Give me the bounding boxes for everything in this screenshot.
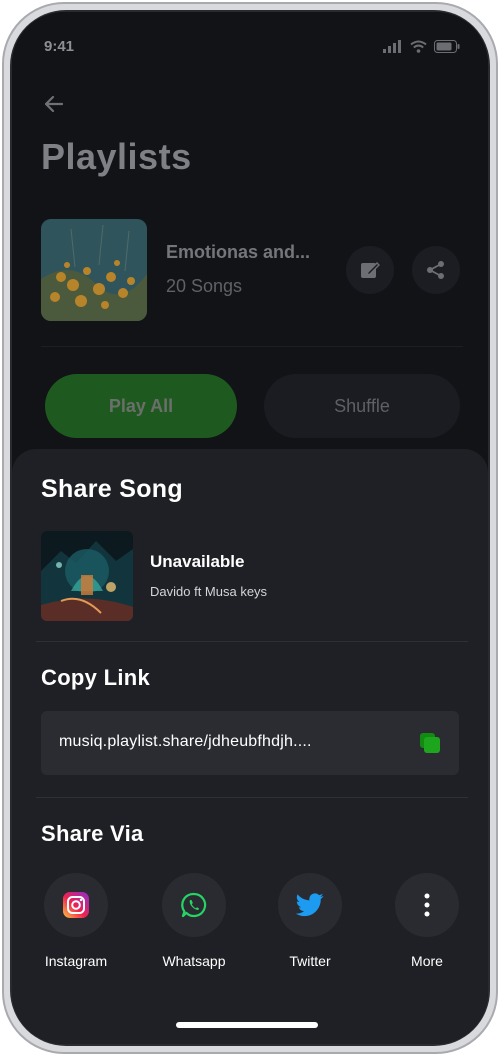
- status-time: 9:41: [44, 38, 75, 55]
- song-title: Unavailable: [150, 552, 245, 571]
- divider: [41, 346, 463, 347]
- home-indicator[interactable]: [176, 1022, 318, 1028]
- signal-icon: [383, 40, 401, 53]
- share-label: More: [411, 953, 443, 969]
- status-bar: 9:41: [44, 38, 460, 60]
- share-twitter-button[interactable]: Twitter: [265, 873, 355, 969]
- playlist-cover[interactable]: [41, 219, 147, 321]
- share-playlist-button[interactable]: [412, 246, 460, 294]
- share-bottom-sheet: Share Song Unavailable Davido ft Musa ke…: [12, 449, 488, 1044]
- sheet-title: Share Song: [41, 475, 183, 503]
- song-artist: Davido ft Musa keys: [150, 584, 268, 599]
- share-label: Whatsapp: [162, 953, 226, 969]
- share-via-title: Share Via: [41, 821, 144, 846]
- share-more-button[interactable]: More: [382, 873, 472, 969]
- share-icon: [427, 261, 444, 279]
- edit-playlist-button[interactable]: [346, 246, 394, 294]
- share-whatsapp-button[interactable]: Whatsapp: [149, 873, 239, 969]
- share-icon-circle: [278, 873, 342, 937]
- playlist-name: Emotionas and...: [166, 242, 311, 262]
- share-link-text: musiq.playlist.share/jdheubfhdjh....: [59, 733, 312, 750]
- share-label: Twitter: [289, 953, 331, 969]
- battery-icon: [434, 40, 460, 53]
- page-title: Playlists: [41, 136, 192, 177]
- share-link-field[interactable]: musiq.playlist.share/jdheubfhdjh....: [41, 711, 459, 775]
- share-instagram-button[interactable]: Instagram: [31, 873, 121, 969]
- status-icons: [383, 40, 460, 53]
- edit-icon: [361, 262, 380, 278]
- share-label: Instagram: [44, 953, 108, 969]
- copy-link-title: Copy Link: [41, 665, 151, 690]
- song-cover: [41, 531, 133, 621]
- divider: [36, 797, 468, 798]
- copy-icon[interactable]: [419, 732, 441, 754]
- divider: [36, 641, 468, 642]
- share-icon-circle: [395, 873, 459, 937]
- twitter-icon: [296, 893, 324, 917]
- instagram-icon: [63, 892, 89, 918]
- wifi-icon: [410, 40, 427, 53]
- shuffle-button[interactable]: Shuffle: [264, 374, 460, 438]
- play-all-button[interactable]: Play All: [45, 374, 237, 438]
- more-vertical-icon: [424, 893, 430, 917]
- back-arrow-icon[interactable]: [40, 90, 68, 118]
- share-icon-circle: [44, 873, 108, 937]
- share-icon-circle: [162, 873, 226, 937]
- whatsapp-icon: [181, 892, 207, 918]
- playlist-song-count: 20 Songs: [166, 276, 243, 296]
- phone-screen: 9:41 Playlists Emotionas and... 20 Songs…: [12, 12, 488, 1044]
